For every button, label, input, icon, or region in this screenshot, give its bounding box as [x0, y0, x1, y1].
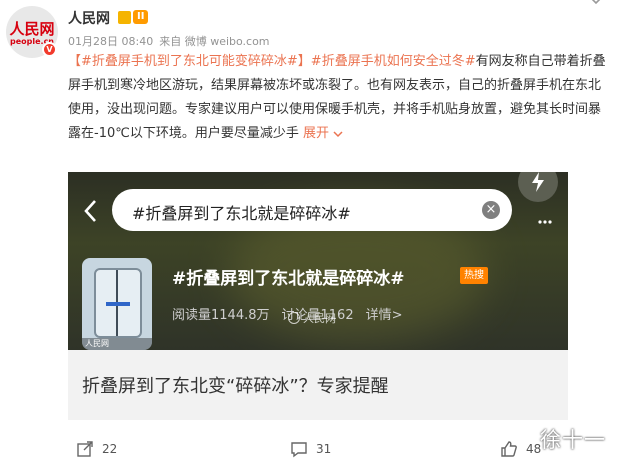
like-button[interactable]: 48 — [500, 440, 541, 458]
more-dots-icon — [538, 209, 552, 224]
search-query: #折叠屏到了东北就是碎碎冰# — [132, 204, 351, 223]
thumb-tag: 人民网 — [82, 338, 152, 350]
hot-badge: 热搜 — [460, 267, 488, 284]
like-count: 48 — [526, 442, 542, 456]
details-link: 详情> — [365, 308, 403, 323]
expand-link[interactable]: 展开 — [303, 126, 344, 141]
corner-watermark: 徐十一 — [540, 428, 606, 452]
share-icon — [77, 441, 93, 457]
more-options-icon[interactable] — [586, 0, 606, 10]
share-count: 22 — [102, 442, 118, 456]
avatar-logo: 人民网 — [9, 20, 55, 38]
thumbs-up-icon — [501, 441, 517, 457]
phone-thumbnail: 人民网 — [82, 258, 152, 350]
comment-count: 31 — [316, 442, 332, 456]
article-link-card[interactable]: 折叠屏到了东北变“碎碎冰”？专家提醒 — [68, 350, 568, 420]
post-body: 【#折叠屏手机到了东北可能变碎碎冰#】#折叠屏手机如何安全过冬#有网友称自己带着… — [68, 50, 608, 146]
post-meta: 01月28日 08:40 来自 微博 weibo.com — [68, 33, 270, 49]
chevron-down-icon — [333, 130, 343, 137]
topic-link-1[interactable]: 【#折叠屏手机到了东北可能变碎碎冰#】 — [68, 54, 311, 69]
search-bar-screenshot: #折叠屏到了东北就是碎碎冰# × — [112, 189, 512, 231]
back-arrow-icon — [82, 198, 98, 224]
topic-title: #折叠屏到了东北就是碎碎冰# — [172, 269, 405, 289]
comment-icon — [291, 442, 307, 458]
expand-label: 展开 — [302, 126, 329, 141]
post-date[interactable]: 01月28日 08:40 — [68, 33, 153, 49]
post-source: 来自 微博 weibo.com — [159, 35, 270, 48]
level-label: II — [133, 10, 149, 24]
post-image[interactable]: #折叠屏到了东北就是碎碎冰# × 人民网 #折叠屏到了东北就是碎碎冰# 热搜 阅… — [68, 172, 568, 350]
level-badge[interactable]: II — [118, 9, 149, 25]
clear-icon: × — [482, 201, 500, 219]
topic-link-2[interactable]: #折叠屏手机如何安全过冬# — [311, 54, 476, 69]
flash-icon[interactable] — [518, 172, 558, 202]
action-bar: 22 31 48 — [0, 436, 618, 464]
weibo-logo-icon — [288, 312, 300, 324]
read-count: 阅读量1144.8万 — [172, 308, 270, 323]
author-name[interactable]: 人民网 — [68, 8, 110, 28]
image-watermark: 人民网 — [288, 310, 336, 326]
article-title: 折叠屏到了东北变“碎碎冰”？专家提醒 — [82, 376, 389, 397]
comment-button[interactable]: 31 — [290, 440, 331, 458]
crown-icon — [118, 10, 131, 24]
watermark-text: 人民网 — [303, 312, 336, 325]
verified-badge: V — [42, 42, 57, 57]
topic-row: 人民网 #折叠屏到了东北就是碎碎冰# 热搜 阅读量1144.8万 讨论量1162… — [82, 258, 568, 350]
share-button[interactable]: 22 — [76, 440, 117, 458]
